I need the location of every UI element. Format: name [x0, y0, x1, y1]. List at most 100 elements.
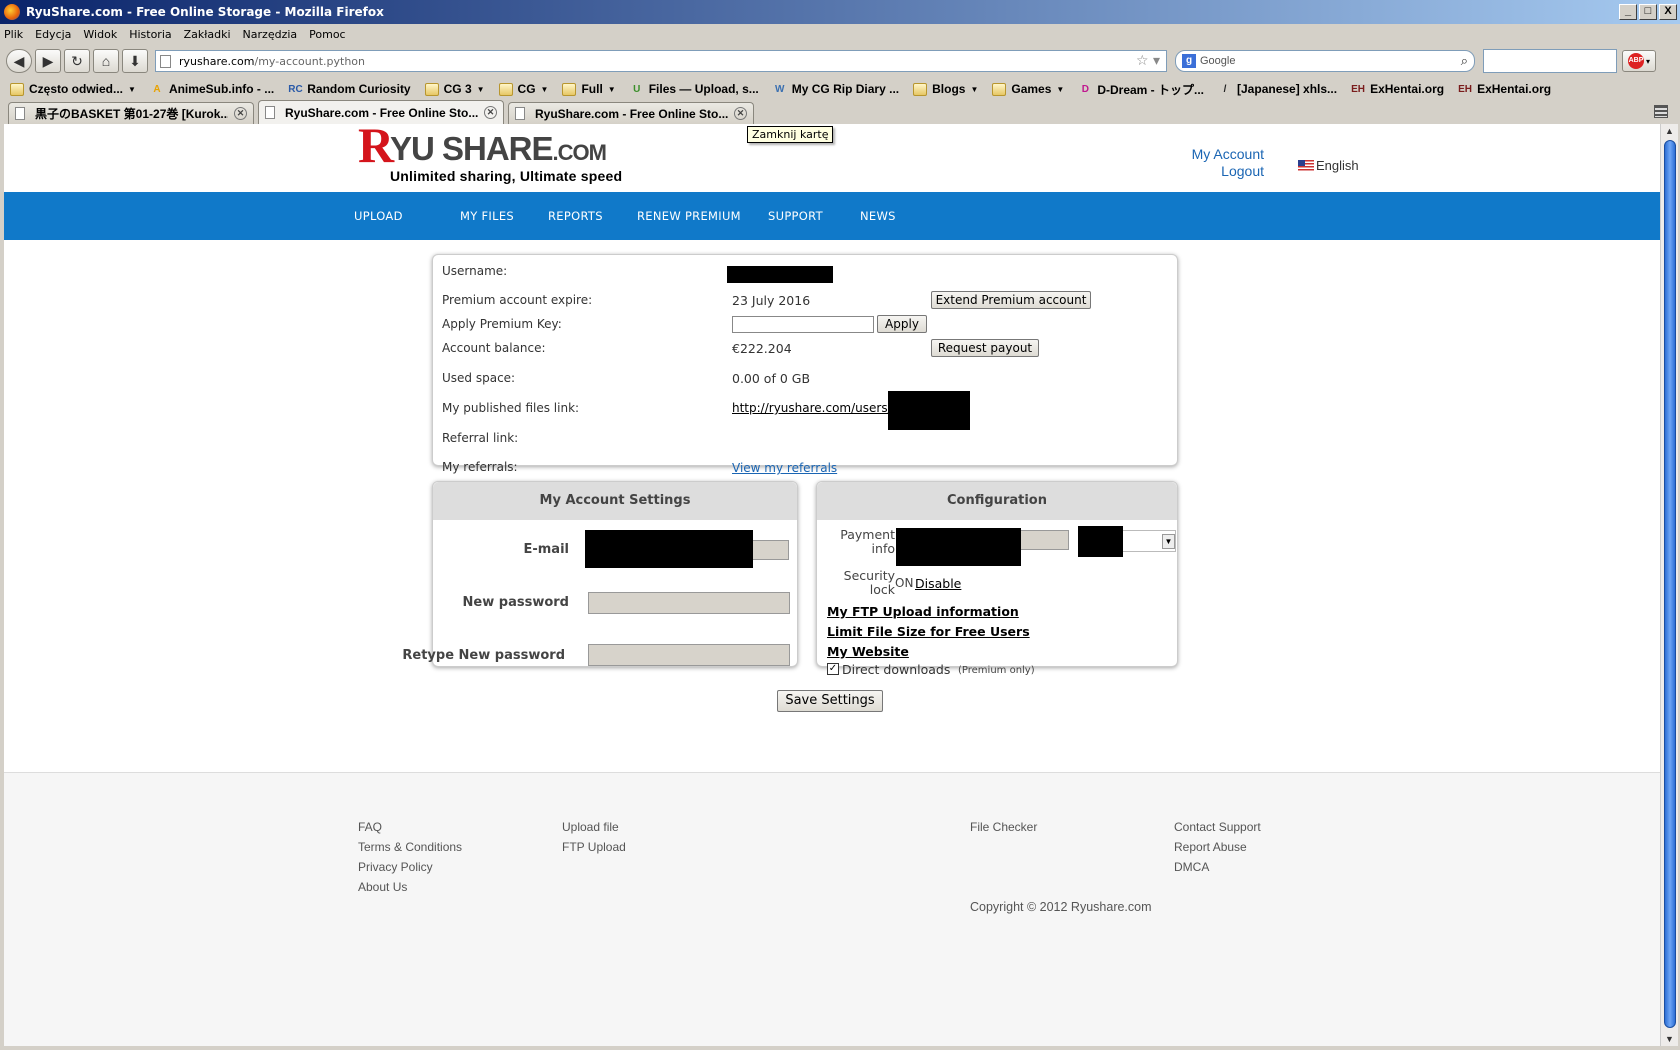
account-settings-title: My Account Settings [433, 482, 797, 520]
new-password-label: New password [462, 595, 569, 610]
close-tab-icon[interactable]: ✕ [484, 106, 497, 119]
nav-support[interactable]: SUPPORT [768, 209, 823, 223]
bookmark-item[interactable]: W My CG Rip Diary ... [773, 82, 899, 96]
bookmark-item[interactable]: Full ▼ [562, 82, 616, 96]
file-checker-link[interactable]: File Checker [970, 817, 1037, 837]
new-password-field[interactable] [588, 592, 790, 614]
bookmark-item[interactable]: Games ▼ [992, 82, 1064, 96]
my-website-link[interactable]: My Website [827, 644, 909, 659]
bookmark-item[interactable]: U Files — Upload, s... [630, 82, 759, 96]
search-bar[interactable]: g Google ⌕ [1175, 50, 1475, 72]
menu-narzedzia[interactable]: Narzędzia [243, 28, 298, 41]
bookmark-star-icon[interactable]: ☆ ▾ [1136, 53, 1160, 69]
upload-file-link[interactable]: Upload file [562, 817, 626, 837]
toolbar-blank-field[interactable] [1483, 49, 1617, 73]
bookmark-item[interactable]: A AnimeSub.info - ... [150, 82, 274, 96]
ftp-info-link[interactable]: My FTP Upload information [827, 604, 1019, 619]
terms-link[interactable]: Terms & Conditions [358, 837, 462, 857]
contact-support-link[interactable]: Contact Support [1174, 817, 1261, 837]
report-abuse-link[interactable]: Report Abuse [1174, 837, 1261, 857]
redacted-payment-info [896, 528, 1021, 566]
security-label-line1: Security [843, 568, 895, 583]
bookmark-item[interactable]: RC Random Curiosity [288, 82, 410, 96]
apply-key-button[interactable]: Apply [877, 315, 927, 333]
bookmark-item[interactable]: EH ExHentai.org [1351, 82, 1444, 96]
bookmark-item[interactable]: Często odwied... ▼ [10, 82, 136, 96]
language-selector[interactable]: English [1298, 158, 1359, 173]
tab-ryushare[interactable]: RyuShare.com - Free Online Sto... ✕ [508, 102, 754, 124]
nav-reports[interactable]: REPORTS [548, 209, 603, 223]
google-engine-icon[interactable]: g [1182, 54, 1196, 68]
disable-security-link[interactable]: Disable [915, 576, 961, 591]
bookmark-label: ExHentai.org [1477, 82, 1552, 96]
close-window-button[interactable]: X [1659, 4, 1677, 20]
forward-button[interactable]: ▶ [35, 49, 61, 73]
faq-link[interactable]: FAQ [358, 817, 462, 837]
bookmark-label: CG [517, 82, 536, 96]
dmca-link[interactable]: DMCA [1174, 857, 1261, 877]
payment-info-label: Payment info [833, 528, 895, 556]
request-payout-button[interactable]: Request payout [931, 339, 1039, 357]
bookmark-label: Files — Upload, s... [648, 82, 759, 96]
premium-expire-value: 23 July 2016 [732, 293, 811, 308]
my-account-link[interactable]: My Account [1154, 146, 1264, 163]
favicon-icon: EH [1458, 83, 1473, 95]
menu-historia[interactable]: Historia [129, 28, 171, 41]
ftp-upload-link[interactable]: FTP Upload [562, 837, 626, 857]
logout-link[interactable]: Logout [1154, 163, 1264, 180]
nav-renew-premium[interactable]: RENEW PREMIUM [637, 209, 741, 223]
tab-kuroko[interactable]: 黒子のBASKET 第01-27巻 [Kurok... ✕ [8, 102, 254, 124]
home-button[interactable]: ⌂ [93, 49, 119, 73]
tab-list-icon[interactable] [1654, 105, 1668, 118]
scroll-up-icon[interactable]: ▲ [1665, 126, 1674, 136]
chevron-down-icon: ▼ [128, 84, 136, 94]
minimize-button[interactable]: _ [1619, 4, 1637, 20]
chevron-down-icon[interactable]: ▼ [1162, 534, 1175, 549]
extend-premium-button[interactable]: Extend Premium account [931, 291, 1091, 309]
scroll-thumb[interactable] [1664, 140, 1676, 1028]
maximize-button[interactable]: □ [1639, 4, 1657, 20]
ryushare-logo[interactable]: R YU SHARE.COM Unlimited sharing, Ultimat… [358, 124, 622, 184]
bookmark-item[interactable]: CG ▼ [498, 82, 548, 96]
save-settings-button[interactable]: Save Settings [777, 690, 883, 712]
reload-button[interactable]: ↻ [64, 49, 90, 73]
folder-icon [10, 82, 24, 96]
back-button[interactable]: ◀ [6, 49, 32, 73]
menu-widok[interactable]: Widok [83, 28, 117, 41]
bookmark-item[interactable]: CG 3 ▼ [424, 82, 485, 96]
redacted-email [585, 530, 753, 568]
menu-plik[interactable]: Plik [4, 28, 23, 41]
bookmark-item[interactable]: Blogs ▼ [913, 82, 978, 96]
redacted-user-id [888, 391, 970, 430]
bookmark-item[interactable]: D D-Dream - トップ... [1078, 81, 1204, 98]
menu-edycja[interactable]: Edycja [35, 28, 71, 41]
limit-file-size-link[interactable]: Limit File Size for Free Users [827, 624, 1030, 639]
search-icon[interactable]: ⌕ [1461, 53, 1468, 69]
scroll-down-icon[interactable]: ▼ [1665, 1034, 1674, 1044]
published-files-link[interactable]: http://ryushare.com/users/ [732, 401, 892, 415]
page-scrollbar[interactable]: ▲ ▼ [1660, 124, 1678, 1046]
view-referrals-link[interactable]: View my referrals [732, 461, 837, 475]
premium-key-input[interactable] [732, 316, 874, 333]
bookmark-item[interactable]: EH ExHentai.org [1458, 82, 1551, 96]
retype-password-field[interactable] [588, 644, 790, 666]
menu-zakladki[interactable]: Zakładki [184, 28, 231, 41]
tab-label: RyuShare.com - Free Online Sto... [535, 106, 728, 121]
privacy-link[interactable]: Privacy Policy [358, 857, 462, 877]
tab-page-icon [515, 107, 525, 120]
url-bar[interactable]: ryushare.com/my-account.python ☆ ▾ [155, 50, 1167, 72]
logo-r: R [358, 124, 394, 173]
close-tab-icon[interactable]: ✕ [734, 107, 747, 120]
nav-my-files[interactable]: MY FILES [460, 209, 514, 223]
bookmark-item[interactable]: / [Japanese] xhls... [1218, 82, 1337, 96]
direct-downloads-checkbox[interactable]: ✓ [827, 663, 839, 675]
tab-ryushare-active[interactable]: RyuShare.com - Free Online Sto... ✕ [258, 100, 504, 124]
folder-icon [424, 82, 439, 96]
about-link[interactable]: About Us [358, 877, 462, 897]
adblock-button[interactable]: ABP ▾ [1622, 50, 1656, 72]
nav-news[interactable]: NEWS [860, 209, 896, 223]
menu-pomoc[interactable]: Pomoc [309, 28, 345, 41]
download-button[interactable]: ⬇ [122, 49, 148, 73]
close-tab-icon[interactable]: ✕ [234, 107, 247, 120]
nav-upload[interactable]: UPLOAD [354, 209, 403, 223]
